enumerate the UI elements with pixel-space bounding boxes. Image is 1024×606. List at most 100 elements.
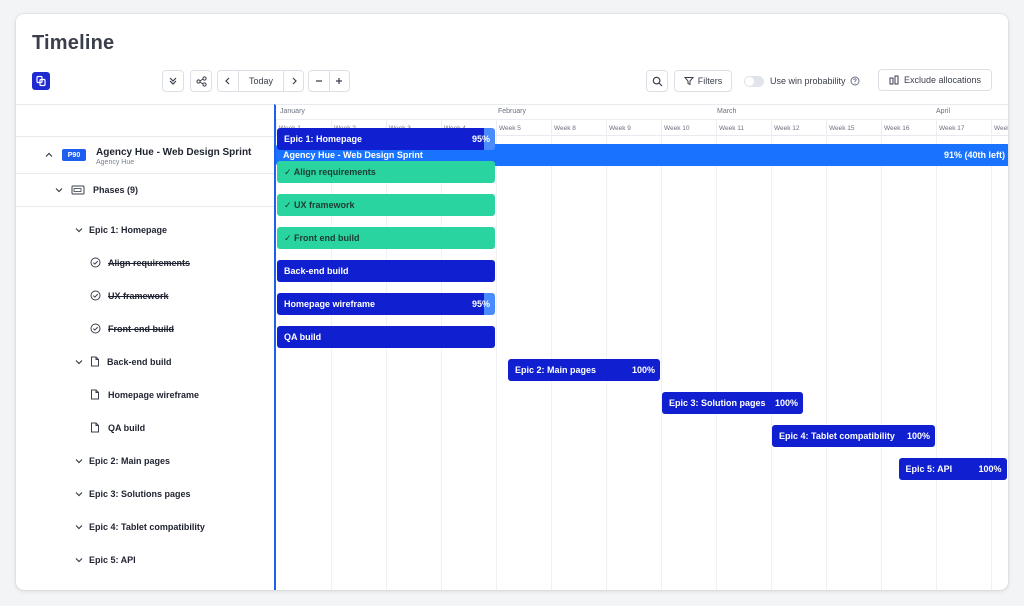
chevron-down-icon[interactable] <box>74 456 84 466</box>
collapse-all-button[interactable] <box>162 70 184 92</box>
task-bar[interactable]: Epic 2: Main pages 100% <box>508 359 660 381</box>
chevron-up-icon[interactable] <box>44 150 54 160</box>
tree-row[interactable]: Epic 2: Main pages <box>16 444 274 477</box>
chevron-down-icon[interactable] <box>74 225 84 235</box>
bar-chart-icon <box>889 75 899 85</box>
month-label: January <box>280 108 305 115</box>
search-button[interactable] <box>646 70 668 92</box>
exclude-allocations-button[interactable]: Exclude allocations <box>878 69 992 91</box>
chevron-down-icon[interactable] <box>74 522 84 532</box>
task-bar[interactable]: ✓ Align requirements <box>277 161 495 183</box>
layers-icon <box>36 75 46 87</box>
tree-row[interactable]: Back-end build <box>16 345 274 378</box>
task-bar[interactable]: Epic 3: Solution pages 100% <box>662 392 803 414</box>
task-bar-percent: 95% <box>471 134 490 144</box>
plus-icon <box>336 78 343 84</box>
week-label: Week 12 <box>771 120 826 136</box>
document-icon <box>89 422 101 434</box>
check-circle-icon <box>89 323 101 335</box>
date-navigation: Today <box>217 70 304 92</box>
document-icon <box>89 389 101 401</box>
document-icon <box>89 356 101 368</box>
check-circle-icon <box>89 290 101 302</box>
tree-row-label: Epic 1: Homepage <box>89 224 168 235</box>
win-probability-label-group: Use win probability <box>770 76 860 86</box>
chevron-down-icon[interactable] <box>54 185 64 195</box>
month-header: January February March April <box>276 105 1008 120</box>
task-bar-label: Epic 3: Solution pages <box>669 398 766 408</box>
week-label: Week 16 <box>881 120 936 136</box>
week-label: Week 9 <box>606 120 661 136</box>
tree-row-label: Homepage wireframe <box>108 389 200 400</box>
app-switcher-button[interactable] <box>32 72 50 90</box>
task-bar[interactable]: Epic 4: Tablet compatibility 100% <box>772 425 935 447</box>
tree-row-label: Epic 2: Main pages <box>89 455 171 466</box>
task-bar[interactable]: ✓ Front end build <box>277 227 495 249</box>
tree-row[interactable]: QA build <box>16 411 274 444</box>
task-bar-percent: 95% <box>471 299 490 309</box>
tree-row-label: Epic 3: Solutions pages <box>89 488 191 499</box>
today-button[interactable]: Today <box>237 71 284 91</box>
tree-row-label: Back-end build <box>107 356 172 367</box>
project-client: Agency Hue <box>96 159 135 166</box>
task-bar[interactable]: ✓ UX framework <box>277 194 495 216</box>
task-bar-label: Epic 1: Homepage <box>284 134 363 144</box>
task-tree: P90 Agency Hue - Web Design Sprint Agenc… <box>16 104 274 590</box>
tree-row[interactable]: Epic 3: Solutions pages <box>16 477 274 510</box>
tree-row[interactable]: Homepage wireframe <box>16 378 274 411</box>
week-label: Week 5 <box>496 120 551 136</box>
task-bar-label: Back-end build <box>284 266 349 276</box>
next-button[interactable] <box>283 71 303 91</box>
task-bar-percent: 100% <box>774 398 798 408</box>
phases-row[interactable]: Phases (9) <box>16 174 274 207</box>
chevron-left-icon <box>224 77 230 85</box>
zoom-in-button[interactable] <box>328 71 349 91</box>
zoom-out-button[interactable] <box>309 71 329 91</box>
phases-label: Phases (9) <box>93 185 139 195</box>
task-bar[interactable]: Epic 1: Homepage 95% <box>277 128 495 150</box>
chevron-down-icon[interactable] <box>74 489 84 499</box>
tree-row[interactable]: Front-end build <box>16 312 274 345</box>
task-bar[interactable]: Homepage wireframe 95% <box>277 293 495 315</box>
chevron-down-icon[interactable] <box>74 357 84 367</box>
task-bar-label: ✓ UX framework <box>284 199 355 210</box>
task-bar-label: QA build <box>284 332 322 342</box>
week-label: Week 8 <box>551 120 606 136</box>
task-bar[interactable]: Epic 5: API 100% <box>898 458 1007 480</box>
month-label: February <box>498 108 527 115</box>
task-bar-label: Epic 4: Tablet compatibility <box>779 431 895 441</box>
dependencies-button[interactable] <box>190 70 212 92</box>
week-label: Week <box>991 120 1008 136</box>
week-label: Week 17 <box>936 120 991 136</box>
week-label: Week 15 <box>826 120 881 136</box>
project-bar-status: 91% (40th left) <box>943 150 1005 160</box>
project-badge: P90 <box>62 149 86 161</box>
phases-icon <box>71 184 85 196</box>
minus-icon <box>315 80 322 82</box>
tree-row[interactable]: Epic 4: Tablet compatibility <box>16 510 274 543</box>
task-bar-label: ✓ Align requirements <box>284 166 376 177</box>
search-icon <box>652 76 662 86</box>
filters-label: Filters <box>697 76 723 86</box>
task-bar[interactable]: QA build <box>277 326 495 348</box>
week-label: Week 10 <box>661 120 716 136</box>
timeline-grid: JanuaryFebruaryMarchApril Week 1Week 2We… <box>274 104 1008 590</box>
filters-button[interactable]: Filters <box>674 70 732 92</box>
month-label: March <box>717 108 737 115</box>
win-probability-toggle[interactable] <box>744 76 764 87</box>
tree-row-label: Epic 4: Tablet compatibility <box>89 521 205 532</box>
tree-row[interactable]: Epic 1: Homepage <box>16 213 274 246</box>
tree-row-label: UX framework <box>108 290 169 301</box>
page-title: Timeline <box>32 32 115 54</box>
tree-row[interactable]: Epic 5: API <box>16 543 274 576</box>
chevron-down-icon[interactable] <box>74 555 84 565</box>
exclude-allocations-label: Exclude allocations <box>903 75 982 85</box>
previous-button[interactable] <box>218 71 238 91</box>
zoom-controls <box>308 70 350 92</box>
project-row[interactable]: P90 Agency Hue - Web Design Sprint Agenc… <box>16 136 274 174</box>
tree-row[interactable]: Align requirements <box>16 246 274 279</box>
tree-row[interactable]: UX framework <box>16 279 274 312</box>
task-bar[interactable]: Back-end build <box>277 260 495 282</box>
win-probability-label: Use win probability <box>770 76 846 86</box>
task-bar-label: Epic 2: Main pages <box>515 365 597 375</box>
